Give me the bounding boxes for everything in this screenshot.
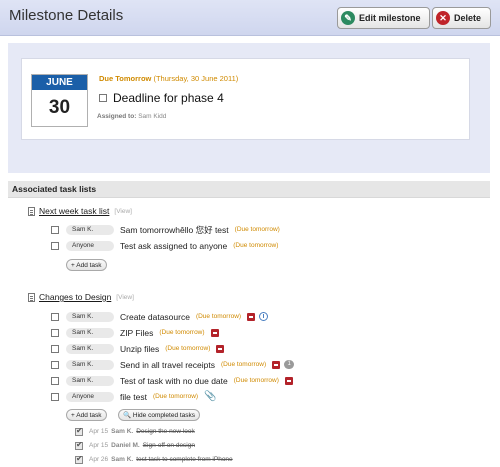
task-title[interactable]: Test ask assigned to anyone xyxy=(120,241,227,251)
completed-date: Apr 26 xyxy=(89,456,109,463)
assignee-select[interactable]: Sam K. xyxy=(66,224,114,235)
completed-task-row: Apr 26 Sam K. test task to complete from… xyxy=(75,454,233,465)
completed-date: Apr 15 xyxy=(89,428,109,435)
due-date: (Thursday, 30 June 2011) xyxy=(153,74,239,83)
task-title[interactable]: file test xyxy=(120,392,147,402)
task-due: (Due tomorrow) xyxy=(152,393,199,400)
close-icon: ✕ xyxy=(436,11,450,25)
task-row: Anyone Test ask assigned to anyone (Due … xyxy=(51,239,278,252)
task-due: (Due tomorrow) xyxy=(233,242,279,249)
task-checkbox[interactable] xyxy=(51,328,59,337)
task-row: Sam K. Test of task with no due date (Du… xyxy=(51,374,293,387)
task-checkbox[interactable] xyxy=(51,392,59,401)
due-status: Due Tomorrow xyxy=(99,74,152,83)
view-link[interactable]: [View] xyxy=(116,294,134,301)
task-due: (Due tomorrow) xyxy=(233,377,279,384)
milestone-card xyxy=(21,58,470,140)
task-row: Sam K. Create datasource (Due tomorrow) xyxy=(51,310,269,323)
task-title[interactable]: ZIP Files xyxy=(120,328,153,338)
completed-by: Daniel M. xyxy=(111,442,140,449)
calendar-month: JUNE xyxy=(32,75,87,90)
task-title[interactable]: Create datasource xyxy=(120,312,190,322)
paperclip-icon[interactable]: 📎 xyxy=(204,391,216,402)
assignee-select[interactable]: Anyone xyxy=(66,391,114,402)
assignee-select[interactable]: Sam K. xyxy=(66,311,114,322)
completed-checkbox[interactable] xyxy=(75,454,83,464)
task-due: (Due tomorrow) xyxy=(165,345,211,352)
assignee-select[interactable]: Sam K. xyxy=(66,375,114,386)
lock-icon xyxy=(284,376,293,385)
completed-checkbox[interactable] xyxy=(75,426,83,436)
task-row: Sam K. ZIP Files (Due tomorrow) xyxy=(51,326,219,339)
task-due: (Due tomorrow) xyxy=(220,361,267,368)
calendar-day: 30 xyxy=(48,97,71,118)
task-title[interactable]: Send in all travel receipts xyxy=(120,360,215,370)
view-link[interactable]: [View] xyxy=(114,208,132,215)
task-checkbox[interactable] xyxy=(51,225,59,234)
completed-title[interactable]: Design the new look xyxy=(136,428,195,435)
lock-icon xyxy=(272,360,281,369)
milestone-title: Deadline for phase 4 xyxy=(113,91,224,105)
milestone-assigned: Assigned to: Sam Kidd xyxy=(97,113,166,120)
clock-icon[interactable] xyxy=(259,312,269,321)
completed-title[interactable]: test task to complete from iPhone xyxy=(136,456,232,463)
completed-date: Apr 15 xyxy=(89,442,109,449)
milestone-checkbox[interactable] xyxy=(99,94,107,102)
task-list-icon xyxy=(28,292,35,302)
milestone-title-row: Deadline for phase 4 xyxy=(99,91,224,105)
task-row: Sam K. Unzip files (Due tomorrow) xyxy=(51,342,225,355)
lock-icon xyxy=(247,312,256,321)
assignee-select[interactable]: Sam K. xyxy=(66,359,114,370)
lock-icon xyxy=(210,328,219,337)
completed-by: Sam K. xyxy=(111,428,134,435)
add-task-button[interactable]: + Add task xyxy=(66,259,107,271)
task-due: (Due tomorrow) xyxy=(159,329,205,336)
task-list-header: Next week task list [View] xyxy=(28,206,132,216)
task-checkbox[interactable] xyxy=(51,344,59,353)
edit-milestone-button[interactable]: ✎ Edit milestone xyxy=(337,7,430,29)
task-list-title-link[interactable]: Next week task list xyxy=(39,206,109,216)
section-title: Associated task lists xyxy=(8,181,490,198)
task-list-header: Changes to Design [View] xyxy=(28,292,134,302)
add-task-button[interactable]: + Add task xyxy=(66,409,107,421)
assignee-select[interactable]: Anyone xyxy=(66,240,114,251)
magnifier-icon: 🔍 xyxy=(123,412,132,419)
task-due: (Due tomorrow) xyxy=(234,226,280,233)
assigned-label: Assigned to: xyxy=(97,113,137,120)
calendar-date-icon: JUNE 30 xyxy=(31,74,88,127)
completed-task-row: Apr 15 Sam K. Design the new look xyxy=(75,426,195,437)
task-checkbox[interactable] xyxy=(51,376,59,385)
page-title: Milestone Details xyxy=(9,7,124,24)
milestone-due: Due Tomorrow (Thursday, 30 June 2011) xyxy=(99,74,238,83)
task-list-title-link[interactable]: Changes to Design xyxy=(39,292,111,302)
completed-task-row: Apr 15 Daniel M. Sign-off on design xyxy=(75,440,195,451)
comment-count-badge[interactable]: 1 xyxy=(284,360,295,369)
pencil-icon: ✎ xyxy=(341,11,355,25)
task-title[interactable]: Sam tomorrowhêllo 您好 test xyxy=(120,224,229,236)
delete-label: Delete xyxy=(454,13,482,23)
assignee-select[interactable]: Sam K. xyxy=(66,327,114,338)
edit-milestone-label: Edit milestone xyxy=(359,13,421,23)
task-title[interactable]: Test of task with no due date xyxy=(120,376,228,386)
task-title[interactable]: Unzip files xyxy=(120,344,159,354)
assigned-name: Sam Kidd xyxy=(138,113,167,120)
page-header: Milestone Details ✎ Edit milestone ✕ Del… xyxy=(0,0,500,36)
task-checkbox[interactable] xyxy=(51,241,59,250)
assignee-select[interactable]: Sam K. xyxy=(66,343,114,354)
completed-title[interactable]: Sign-off on design xyxy=(143,442,195,449)
hide-completed-label: Hide completed tasks xyxy=(132,412,196,419)
delete-button[interactable]: ✕ Delete xyxy=(432,7,491,29)
task-row: Sam K. Send in all travel receipts (Due … xyxy=(51,358,295,371)
task-row: Anyone file test (Due tomorrow) 📎 xyxy=(51,390,217,403)
completed-by: Sam K. xyxy=(111,456,134,463)
hide-completed-button[interactable]: 🔍 Hide completed tasks xyxy=(118,409,201,421)
completed-checkbox[interactable] xyxy=(75,440,83,450)
task-list-icon xyxy=(28,206,35,216)
task-row: Sam K. Sam tomorrowhêllo 您好 test (Due to… xyxy=(51,223,280,236)
task-checkbox[interactable] xyxy=(51,360,59,369)
task-checkbox[interactable] xyxy=(51,312,59,321)
task-due: (Due tomorrow) xyxy=(195,313,242,320)
lock-icon xyxy=(216,344,225,353)
